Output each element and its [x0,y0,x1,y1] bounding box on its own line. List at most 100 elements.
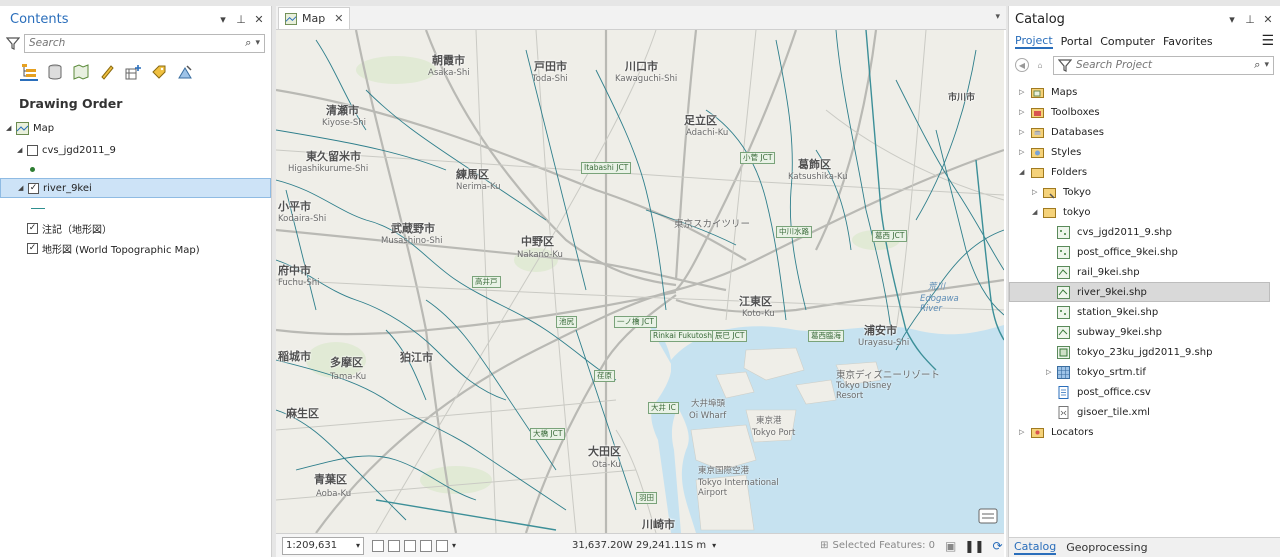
catalog-item-file[interactable]: post_office_9kei.shp [1009,242,1280,262]
map-label: 大井埠頭 [691,399,726,409]
catalog-item-tokyo-folder[interactable]: ◢ tokyo [1009,202,1280,222]
chevron-down-icon[interactable]: ▾ [452,541,456,550]
layer-visibility-checkbox[interactable]: ✓ [28,182,39,194]
map-label: Kodaira-Shi [278,214,327,224]
tab-computer[interactable]: Computer [1100,35,1155,48]
catalog-tabs: Project Portal Computer Favorites ☰ [1009,32,1280,50]
line-shapefile-icon [1057,325,1070,339]
chevron-down-icon: ▾ [355,541,360,550]
close-icon[interactable]: ✕ [1262,13,1274,26]
map-label: 青葉区 [314,473,347,486]
map-label: 東京国際空港 [698,466,750,476]
map-jct-label: 高井戸 [472,276,501,288]
chevron-down-icon[interactable]: ▾ [1264,60,1269,70]
close-icon[interactable]: ✕ [334,12,343,25]
catalog-item-file[interactable]: post_office.csv [1009,382,1280,402]
tab-catalog[interactable]: Catalog [1014,540,1057,555]
map-canvas[interactable]: 練馬区 Nerima-Ku 武蔵野市 Musashino-Shi 中野区 Nak… [276,30,1004,533]
pin-icon[interactable]: ⊥ [235,13,247,26]
catalog-item-file-selected[interactable]: river_9kei.shp [1009,282,1270,302]
list-by-perspective-imagery-icon[interactable] [176,63,194,81]
constraint-icon[interactable] [420,539,432,552]
grid-icon[interactable] [372,539,384,552]
contents-toolbar [0,54,271,84]
search-icon[interactable]: ⌕ [1254,58,1260,72]
layer-cvs-jgd2011-9[interactable]: ◢ cvs_jgd2011_9 [0,140,271,160]
chevron-down-icon[interactable]: ▾ [1226,13,1238,26]
list-by-source-icon[interactable] [46,63,64,81]
catalog-item-label: rail_9kei.shp [1077,266,1140,278]
map-tab-bar: Map ✕ ▾ [276,6,1006,30]
map-tab[interactable]: Map ✕ [278,7,351,29]
collapse-triangle-icon[interactable]: ◢ [17,146,22,154]
catalog-item-file[interactable]: subway_9kei.shp [1009,322,1280,342]
pin-icon[interactable]: ⊥ [1244,13,1256,26]
tab-project[interactable]: Project [1015,34,1053,49]
layer-basemap[interactable]: ✓ 地形図 (World Topographic Map) [0,238,271,258]
map-label: Nerima-Ku [456,182,501,192]
refresh-icon[interactable]: ⟳ [992,539,1002,553]
tab-portal[interactable]: Portal [1061,35,1093,48]
layer-visibility-checkbox[interactable]: ✓ [27,242,38,254]
chevron-down-icon[interactable]: ▾ [255,38,260,48]
chevron-down-icon[interactable]: ▾ [995,12,1000,22]
catalog-item-locators[interactable]: ▷ Locators [1009,422,1280,442]
catalog-item-maps[interactable]: ▷ Maps [1009,82,1280,102]
catalog-item-databases[interactable]: ▷ Databases [1009,122,1280,142]
layer-visibility-checkbox[interactable]: ✓ [27,222,38,234]
catalog-search-box[interactable]: ⌕ ▾ [1053,55,1274,75]
list-by-labeling-icon[interactable] [150,63,168,81]
layer-map[interactable]: ◢ Map [0,118,271,138]
catalog-item-label: Folders [1051,166,1088,178]
menu-icon[interactable]: ☰ [1261,33,1274,49]
polygon-shapefile-icon [1057,345,1070,359]
pause-icon[interactable]: ❚❚ [964,539,984,553]
layer-map-label: Map [33,122,55,134]
table-file-icon [1058,385,1069,399]
catalog-item-file[interactable]: rail_9kei.shp [1009,262,1280,282]
catalog-item-styles[interactable]: ▷ Styles [1009,142,1280,162]
collapse-triangle-icon[interactable]: ◢ [6,124,11,132]
catalog-item-file[interactable]: tokyo_23ku_jgd2011_9.shp [1009,342,1280,362]
filter-icon[interactable] [1058,58,1072,72]
layer-annotation[interactable]: ✓ 注記（地形図） [0,218,271,238]
catalog-item-folders[interactable]: ◢ Folders [1009,162,1280,182]
collapse-triangle-icon[interactable]: ◢ [18,184,23,192]
tab-favorites[interactable]: Favorites [1163,35,1213,48]
list-by-editing-icon[interactable] [98,63,116,81]
catalog-item-raster[interactable]: ▷ tokyo_srtm.tif [1009,362,1280,382]
catalog-item-toolboxes[interactable]: ▷ Toolboxes [1009,102,1280,122]
map-label: 練馬区 [456,168,489,181]
list-by-drawing-order-icon[interactable] [20,63,38,81]
map-label: 市川市 [948,93,976,103]
refresh-pause-icon[interactable]: ▣ [945,539,956,553]
attribution-toggle-icon[interactable] [978,508,998,524]
chevron-down-icon[interactable]: ▾ [712,541,716,550]
list-by-selection-icon[interactable] [72,63,90,81]
north-arrow-icon[interactable] [436,539,448,552]
catalog-item-file[interactable]: gisoer_tile.xml [1009,402,1280,422]
catalog-item-file[interactable]: station_9kei.shp [1009,302,1280,322]
catalog-item-label: Tokyo [1063,186,1091,198]
map-label: 朝霞市 [432,54,465,67]
filter-icon[interactable] [6,36,20,50]
layer-visibility-checkbox[interactable] [27,144,38,156]
table-icon[interactable] [388,539,400,552]
catalog-item-tokyo-connection[interactable]: ▷ Tokyo [1009,182,1280,202]
contents-search-input[interactable] [29,37,246,49]
home-icon[interactable]: ⌂ [1033,58,1047,72]
close-icon[interactable]: ✕ [253,13,265,26]
map-scale-dropdown[interactable]: 1:209,631 ▾ [282,536,364,555]
list-by-snapping-icon[interactable] [124,63,142,81]
search-icon[interactable]: ⌕ [245,36,251,50]
folder-connection-icon [1043,187,1056,199]
catalog-item-file[interactable]: cvs_jgd2011_9.shp [1009,222,1280,242]
chevron-down-icon[interactable]: ▾ [217,13,229,26]
snapping-icon[interactable] [404,539,416,552]
tab-geoprocessing[interactable]: Geoprocessing [1066,541,1147,554]
selected-features[interactable]: ⊞ Selected Features: 0 [820,540,935,551]
layer-river-9kei[interactable]: ◢ ✓ river_9kei [0,178,271,198]
catalog-search-input[interactable] [1076,59,1255,71]
back-icon[interactable]: ◀ [1015,58,1029,72]
contents-search-box[interactable]: ⌕ ▾ [24,33,265,53]
